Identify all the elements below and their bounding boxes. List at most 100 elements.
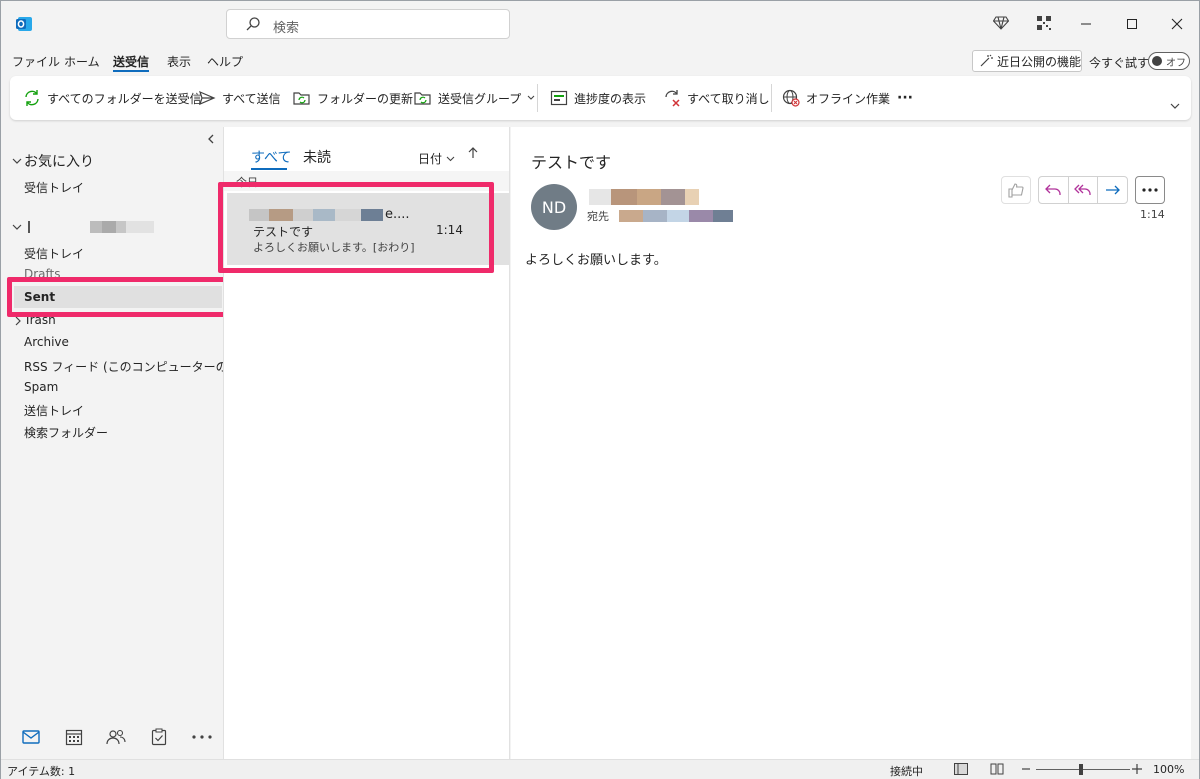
send-receive-groups-label: 送受信グループ	[438, 91, 522, 106]
people-nav-button[interactable]	[106, 728, 126, 746]
favorites-header[interactable]: お気に入り	[12, 151, 94, 171]
search-icon	[246, 17, 260, 31]
send-all-button[interactable]: すべて送信	[198, 88, 281, 108]
chevron-down-icon	[12, 158, 22, 164]
item-count: アイテム数: 1	[7, 765, 76, 778]
normal-view-icon[interactable]	[954, 763, 968, 775]
menu-file[interactable]: ファイル	[12, 53, 60, 70]
zoom-in-icon[interactable]	[1132, 764, 1142, 774]
like-button[interactable]	[1001, 176, 1031, 204]
chevron-down-icon	[446, 156, 455, 161]
avatar-initials: ND	[541, 197, 567, 217]
reading-pane: テストです ND 宛先 1:14 よろしくお願いします。	[511, 127, 1191, 759]
qr-code-icon[interactable]	[1035, 14, 1053, 32]
cancel-all-button[interactable]: すべて取り消し	[663, 88, 770, 108]
folder-group-sync-icon	[414, 92, 431, 105]
menu-view[interactable]: 表示	[167, 53, 191, 70]
send-receive-all-button[interactable]: すべてのフォルダーを送受信	[23, 88, 202, 108]
favorite-inbox[interactable]: 受信トレイ	[24, 179, 84, 196]
status-bar: アイテム数: 1 接続中 100%	[1, 759, 1199, 779]
tab-unread[interactable]: 未読	[303, 147, 331, 167]
reply-button[interactable]	[1039, 177, 1069, 203]
more-dots-icon	[192, 735, 212, 739]
bottom-navigation	[6, 716, 223, 758]
tab-underline	[251, 168, 287, 170]
connection-status: 接続中	[890, 765, 923, 778]
close-icon	[1171, 18, 1183, 30]
search-placeholder: 検索	[273, 21, 300, 36]
collapse-pane-icon[interactable]	[207, 133, 215, 147]
zoom-slider-track[interactable]	[1036, 769, 1130, 770]
account-header[interactable]	[12, 221, 154, 233]
calendar-nav-button[interactable]	[64, 728, 84, 746]
maximize-button[interactable]	[1112, 9, 1152, 39]
reply-actions	[1038, 176, 1128, 204]
zoom-slider-thumb[interactable]	[1079, 764, 1083, 775]
arrow-up-icon	[468, 147, 478, 158]
menu-home[interactable]: ホーム	[64, 53, 100, 70]
tasks-nav-button[interactable]	[149, 728, 169, 746]
reply-all-button[interactable]	[1069, 177, 1099, 203]
folder-outbox[interactable]: 送信トレイ	[24, 402, 84, 419]
recipient-redacted[interactable]	[619, 210, 733, 222]
mail-icon	[22, 730, 40, 744]
folder-sync-icon	[293, 92, 310, 105]
show-progress-button[interactable]: 進捗度の表示	[550, 88, 646, 108]
close-button[interactable]	[1157, 9, 1197, 39]
premium-diamond-icon[interactable]	[992, 14, 1010, 32]
cancel-all-label: すべて取り消し	[687, 91, 770, 106]
work-offline-label: オフライン作業	[806, 91, 891, 106]
ribbon-more-button[interactable]: ···	[897, 88, 913, 108]
folder-archive[interactable]: Archive	[24, 335, 69, 349]
tab-all[interactable]: すべて	[251, 147, 291, 167]
active-menu-underline	[113, 70, 149, 72]
folder-spam[interactable]: Spam	[24, 380, 58, 394]
zoom-out-icon[interactable]	[1022, 764, 1030, 774]
account-redacted	[28, 221, 154, 233]
ribbon: すべてのフォルダーを送受信 すべて送信 フォルダーの更新 送受信グループ 進捗度…	[10, 76, 1191, 120]
to-label: 宛先	[587, 210, 609, 223]
reply-all-icon	[1074, 184, 1091, 195]
zoom-percent: 100%	[1153, 763, 1185, 776]
people-icon	[106, 729, 126, 745]
update-folder-button[interactable]: フォルダーの更新	[293, 88, 413, 108]
minimize-button[interactable]	[1066, 9, 1106, 39]
more-apps-button[interactable]	[192, 728, 212, 746]
outlook-logo-icon	[16, 17, 32, 31]
ribbon-expand-chevron-icon[interactable]	[1170, 102, 1180, 110]
sort-direction-button[interactable]	[468, 147, 478, 163]
send-all-label: すべて送信	[222, 91, 281, 106]
title-bar: 検索	[1, 1, 1199, 47]
mail-nav-button[interactable]	[21, 728, 41, 746]
menu-send-receive[interactable]: 送受信	[113, 53, 149, 70]
maximize-icon	[1127, 19, 1137, 29]
forward-button[interactable]	[1098, 177, 1127, 203]
more-label: ···	[897, 90, 913, 106]
folder-search-folders[interactable]: 検索フォルダー	[24, 424, 108, 441]
toggle-knob	[1152, 56, 1162, 66]
magic-wand-icon	[980, 54, 993, 67]
favorites-label: お気に入り	[24, 154, 94, 170]
chevron-right-icon[interactable]	[15, 316, 21, 326]
reading-time: 1:14	[1140, 208, 1165, 221]
sort-by-date-button[interactable]: 日付	[418, 150, 455, 167]
reading-view-icon[interactable]	[990, 763, 1004, 775]
send-icon	[199, 90, 216, 106]
search-box[interactable]: 検索	[226, 9, 510, 39]
avatar[interactable]: ND	[531, 184, 577, 230]
send-receive-groups-button[interactable]: 送受信グループ	[414, 88, 535, 108]
coming-soon-button[interactable]: 近日公開の機能	[972, 50, 1082, 72]
more-actions-button[interactable]	[1135, 176, 1165, 204]
folder-rss[interactable]: RSS フィード (このコンピューターのみ)	[24, 358, 244, 375]
reading-sender-redacted[interactable]	[589, 189, 699, 205]
reply-icon	[1045, 184, 1061, 195]
ribbon-separator	[537, 84, 538, 112]
menu-help[interactable]: ヘルプ	[207, 53, 243, 70]
sent-highlight-frame	[7, 277, 231, 317]
work-offline-button[interactable]: オフライン作業	[782, 88, 890, 108]
sort-label: 日付	[418, 152, 443, 166]
calendar-icon	[65, 729, 83, 746]
try-now-toggle[interactable]: オフ	[1148, 52, 1190, 70]
clipboard-check-icon	[151, 728, 167, 746]
folder-inbox[interactable]: 受信トレイ	[24, 245, 84, 262]
